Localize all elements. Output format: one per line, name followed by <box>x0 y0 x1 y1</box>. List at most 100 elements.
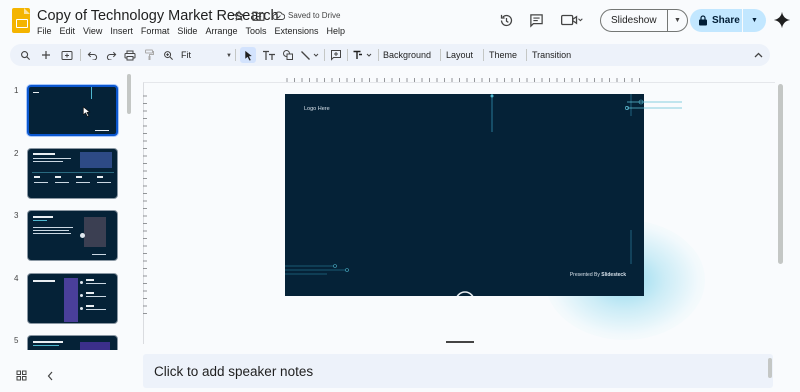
slide-thumbnail-4[interactable] <box>27 273 118 324</box>
thumb-text <box>33 158 71 159</box>
zoom-icon[interactable] <box>161 47 175 63</box>
toolbar: Fit ▼ Background Layout Theme Transition <box>10 44 770 66</box>
slide-thumbnail-3[interactable] <box>27 210 118 261</box>
thumb-text <box>34 182 48 183</box>
toolbar-divider <box>324 49 325 61</box>
menu-help[interactable]: Help <box>323 25 350 37</box>
thumb-icon <box>80 307 83 310</box>
footer-brand: Slidesteck <box>601 272 626 278</box>
cloud-saved-icon[interactable] <box>272 10 286 23</box>
zoom-select[interactable]: Fit <box>181 48 191 62</box>
thumb-text <box>33 233 71 234</box>
slide-filmstrip[interactable]: 1 2 3 4 5 <box>0 74 133 350</box>
thumb-text <box>33 227 73 228</box>
menu-bar: File Edit View Insert Format Slide Arran… <box>37 25 349 37</box>
thumb-text <box>86 292 94 294</box>
toolbar-divider <box>80 49 81 61</box>
version-history-icon[interactable] <box>496 10 516 30</box>
menu-arrange[interactable]: Arrange <box>201 25 241 37</box>
slide-number: 3 <box>14 211 19 220</box>
menu-file[interactable]: File <box>37 25 56 37</box>
share-chevron-down-icon[interactable]: ▼ <box>743 17 766 24</box>
share-button[interactable]: Share ▼ <box>690 9 766 32</box>
gemini-sparkle-icon[interactable] <box>773 11 791 29</box>
comments-icon[interactable] <box>526 10 546 30</box>
share-label[interactable]: Share <box>712 15 742 26</box>
collapse-toolbar-chevron-up-icon[interactable] <box>751 47 765 63</box>
notes-resize-handle[interactable] <box>446 341 474 343</box>
thumb-subheading <box>33 220 47 221</box>
collapse-filmstrip-chevron-left-icon[interactable] <box>47 368 53 386</box>
text-box-icon[interactable] <box>261 47 277 63</box>
thumb-text <box>55 182 69 183</box>
input-tools-icon[interactable] <box>351 47 375 63</box>
thumb-footer <box>92 254 106 255</box>
footer-prefix: Presented By <box>569 272 600 278</box>
slide-footer-credit[interactable]: Presented By Slidesteck <box>570 272 626 278</box>
thumb-text <box>33 161 63 162</box>
thumb-text <box>76 182 90 183</box>
zoom-chevron-down-icon[interactable]: ▼ <box>226 53 232 59</box>
menu-insert[interactable]: Insert <box>106 25 137 37</box>
filmstrip-controls <box>0 358 133 392</box>
thumb-heading <box>33 341 63 343</box>
menu-format[interactable]: Format <box>137 25 174 37</box>
filmstrip-scrollbar[interactable] <box>127 74 131 114</box>
mouse-pointer-icon <box>82 104 91 122</box>
thumb-subheading <box>33 345 59 346</box>
thumb-text <box>86 309 106 310</box>
background-button[interactable]: Background <box>383 48 431 62</box>
thumb-text <box>86 296 106 297</box>
star-icon[interactable] <box>232 10 245 23</box>
grid-view-icon[interactable] <box>16 368 27 386</box>
slideshow-button[interactable]: Slideshow ▼ <box>600 9 688 32</box>
menu-extensions[interactable]: Extensions <box>270 25 322 37</box>
search-menus-icon[interactable] <box>18 47 32 63</box>
print-icon[interactable] <box>123 47 137 63</box>
meet-video-icon[interactable] <box>558 10 586 30</box>
paint-format-icon[interactable] <box>142 47 156 63</box>
transition-button[interactable]: Transition <box>532 48 571 62</box>
menu-tools[interactable]: Tools <box>241 25 270 37</box>
select-cursor-icon[interactable] <box>240 47 256 63</box>
image-icon[interactable] <box>280 47 296 63</box>
thumb-accent-line <box>91 87 92 99</box>
toolbar-divider <box>235 49 236 61</box>
menu-edit[interactable]: Edit <box>56 25 80 37</box>
new-slide-layout-icon[interactable] <box>60 47 74 63</box>
line-tool-icon[interactable] <box>299 47 321 63</box>
speaker-notes-panel[interactable]: Click to add speaker notes <box>143 354 773 388</box>
canvas-scrollbar[interactable] <box>778 84 783 264</box>
menu-view[interactable]: View <box>79 25 106 37</box>
slide-number: 4 <box>14 274 19 283</box>
slide-overflow-lines <box>625 101 682 110</box>
thumb-logo-text <box>33 92 39 93</box>
layout-button[interactable]: Layout <box>446 48 473 62</box>
redo-icon[interactable] <box>104 47 118 63</box>
add-comment-icon[interactable] <box>329 47 343 63</box>
thumb-text <box>86 283 106 284</box>
theme-button[interactable]: Theme <box>489 48 517 62</box>
slide-number: 5 <box>14 336 19 345</box>
new-slide-icon[interactable] <box>39 47 53 63</box>
slideshow-chevron-down-icon[interactable]: ▼ <box>668 17 687 24</box>
undo-icon[interactable] <box>85 47 99 63</box>
toolbar-divider <box>440 49 441 61</box>
slide-thumbnail-5[interactable] <box>27 335 118 350</box>
menu-slide[interactable]: Slide <box>173 25 201 37</box>
slide-thumbnail-1[interactable] <box>27 85 118 136</box>
slide-canvas[interactable]: Logo Here Presented By Slidesteck <box>285 94 644 296</box>
thumb-image <box>64 278 78 322</box>
move-folder-icon[interactable] <box>252 10 265 23</box>
speaker-notes-placeholder[interactable]: Click to add speaker notes <box>154 364 313 379</box>
slideshow-label[interactable]: Slideshow <box>601 15 667 26</box>
notes-scrollbar[interactable] <box>768 358 772 378</box>
toolbar-divider <box>347 49 348 61</box>
thumb-heading <box>33 153 55 155</box>
thumb-icon <box>80 233 85 238</box>
slides-logo-icon[interactable] <box>12 8 30 33</box>
thumb-heading <box>33 216 53 218</box>
thumb-text <box>86 305 94 307</box>
slide-thumbnail-2[interactable] <box>27 148 118 199</box>
thumb-divider <box>32 172 114 173</box>
